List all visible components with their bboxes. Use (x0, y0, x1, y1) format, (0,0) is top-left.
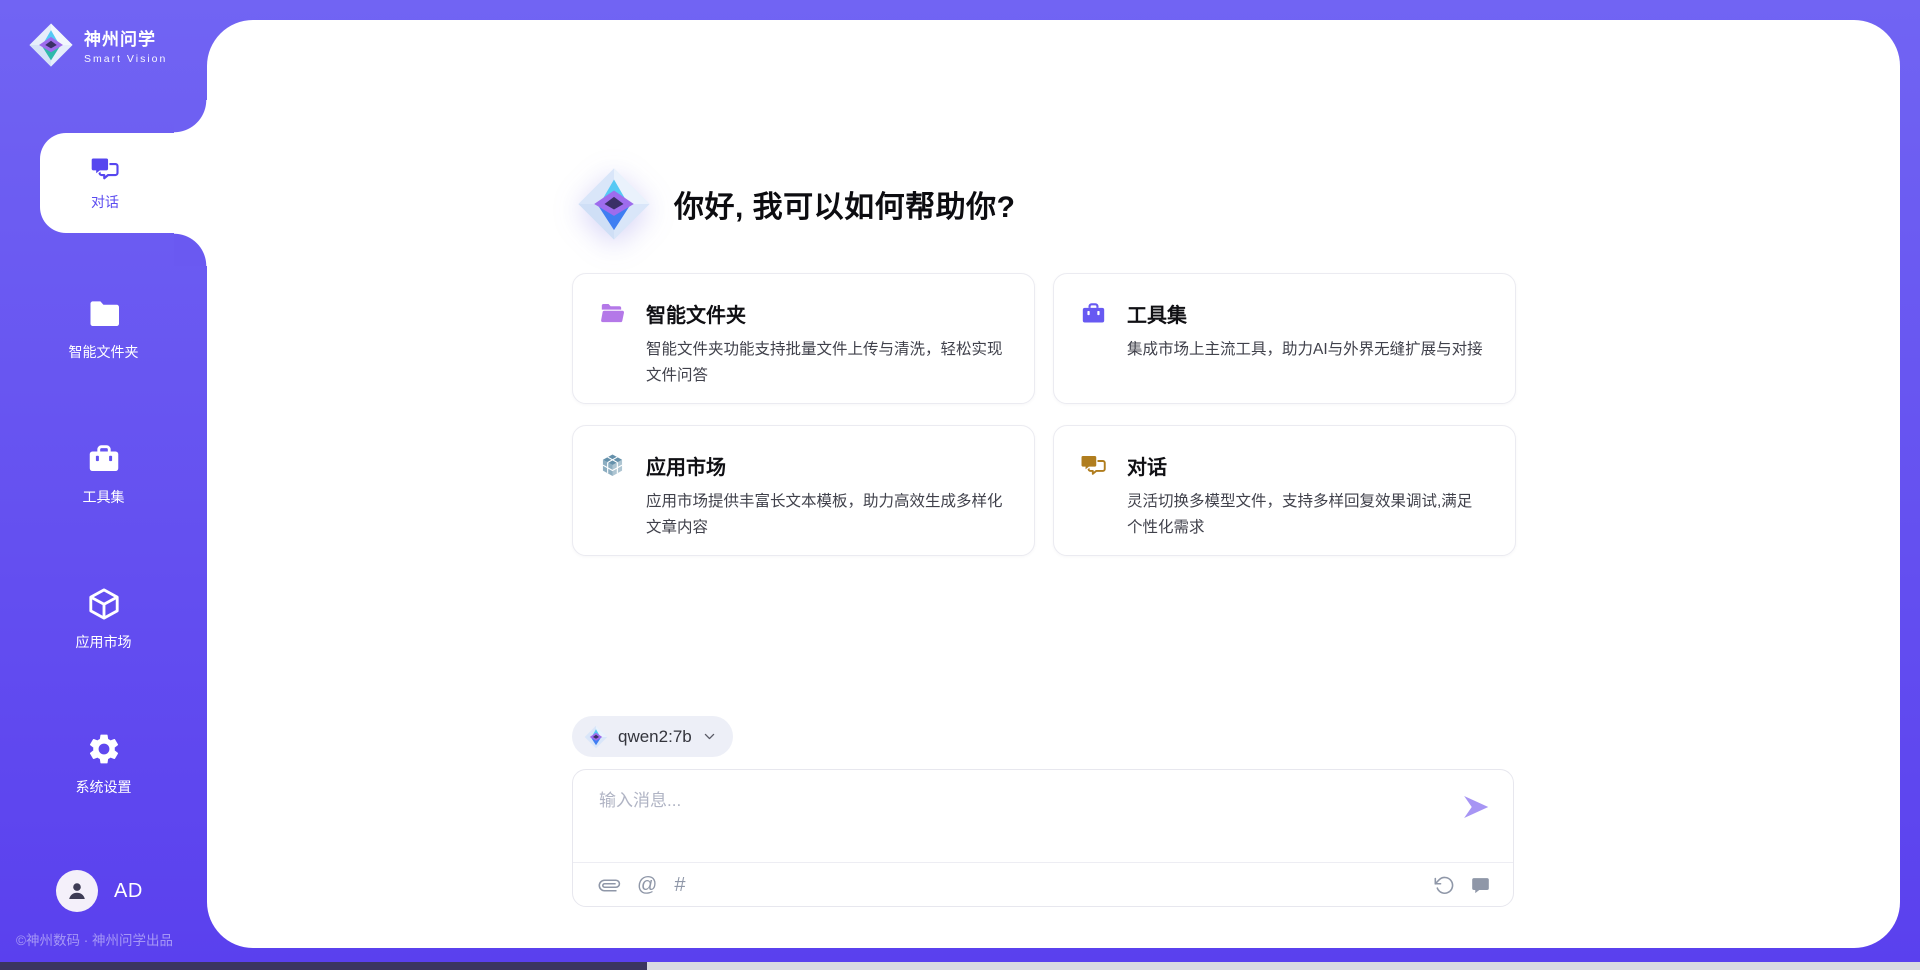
card-description: 灵活切换多模型文件，支持多样回复效果调试,满足个性化需求 (1127, 489, 1487, 542)
send-icon[interactable] (1461, 792, 1491, 822)
composer-toolbar-right (1434, 863, 1491, 907)
brand-subtitle: Smart Vision (84, 53, 167, 65)
card-chat[interactable]: 对话 灵活切换多模型文件，支持多样回复效果调试,满足个性化需求 (1053, 425, 1516, 556)
message-composer: @ # (572, 769, 1514, 907)
user-account[interactable]: AD (56, 870, 143, 912)
toolbox-icon (86, 441, 122, 477)
brand-name: 神州问学 (84, 25, 167, 50)
card-app-market[interactable]: 应用市场 应用市场提供丰富长文本模板，助力高效生成多样化文章内容 (572, 425, 1035, 556)
toolbox-icon (1080, 300, 1107, 327)
card-title: 工具集 (1127, 299, 1483, 328)
person-icon (64, 878, 90, 904)
tab-top-fillet (174, 100, 207, 133)
sidebar-item-toolset[interactable]: 工具集 (0, 441, 207, 507)
sidebar-item-app-market[interactable]: 应用市场 (0, 586, 207, 652)
sidebar-item-label: 应用市场 (76, 632, 132, 652)
copyright-footer: ©神州数码 · 神州问学出品 (16, 929, 173, 949)
card-description: 应用市场提供丰富长文本模板，助力高效生成多样化文章内容 (646, 489, 1006, 542)
card-toolset[interactable]: 工具集 集成市场上主流工具，助力AI与外界无缝扩展与对接 (1053, 273, 1516, 404)
brand: 神州问学 Smart Vision (28, 22, 167, 68)
folder-icon (86, 296, 122, 332)
greeting-row: 你好, 我可以如何帮助你? (576, 166, 1016, 242)
chat-icon (1080, 452, 1107, 479)
cube-icon (86, 586, 122, 622)
avatar (56, 870, 98, 912)
mention-icon[interactable]: @ (637, 875, 657, 895)
model-name: qwen2:7b (618, 727, 692, 747)
history-icon[interactable] (1434, 875, 1455, 896)
card-description: 集成市场上主流工具，助力AI与外界无缝扩展与对接 (1127, 337, 1483, 363)
page-title: 你好, 我可以如何帮助你? (674, 182, 1016, 226)
sidebar-item-label: 系统设置 (76, 777, 132, 797)
sidebar-item-chat[interactable]: 对话 (40, 133, 170, 233)
sidebar-item-settings[interactable]: 系统设置 (0, 731, 207, 797)
sidebar-item-label: 工具集 (83, 487, 125, 507)
model-diamond-logo-icon (584, 725, 608, 749)
horizontal-scrollbar[interactable] (0, 962, 1920, 970)
card-title: 智能文件夹 (646, 299, 1006, 328)
composer-toolbar-left: @ # (599, 863, 685, 907)
tab-bottom-fillet (174, 233, 207, 266)
grid-cube-icon (599, 452, 626, 479)
feature-cards-grid: 智能文件夹 智能文件夹功能支持批量文件上传与清洗，轻松实现文件问答 工具集 集成… (572, 273, 1516, 556)
chevron-down-icon (702, 729, 717, 744)
sidebar-item-label: 对话 (91, 192, 119, 212)
assistant-diamond-logo-icon (576, 166, 652, 242)
sidebar-item-label: 智能文件夹 (69, 342, 139, 362)
user-initials: AD (114, 880, 143, 903)
message-bubble-icon[interactable] (1470, 875, 1491, 896)
folder-open-icon (599, 300, 626, 327)
composer-divider (573, 862, 1513, 863)
card-description: 智能文件夹功能支持批量文件上传与清洗，轻松实现文件问答 (646, 337, 1006, 390)
card-smart-folder[interactable]: 智能文件夹 智能文件夹功能支持批量文件上传与清洗，轻松实现文件问答 (572, 273, 1035, 404)
scrollbar-thumb[interactable] (0, 962, 647, 970)
message-input[interactable] (599, 786, 1439, 856)
card-title: 对话 (1127, 451, 1487, 480)
attachment-icon[interactable] (595, 870, 625, 900)
brand-diamond-logo-icon (28, 22, 74, 68)
hashtag-icon[interactable]: # (674, 875, 685, 895)
gear-icon (86, 731, 122, 767)
card-title: 应用市场 (646, 451, 1006, 480)
chat-icon (90, 154, 120, 184)
model-selector[interactable]: qwen2:7b (572, 716, 733, 757)
sidebar-item-smart-folder[interactable]: 智能文件夹 (0, 296, 207, 362)
